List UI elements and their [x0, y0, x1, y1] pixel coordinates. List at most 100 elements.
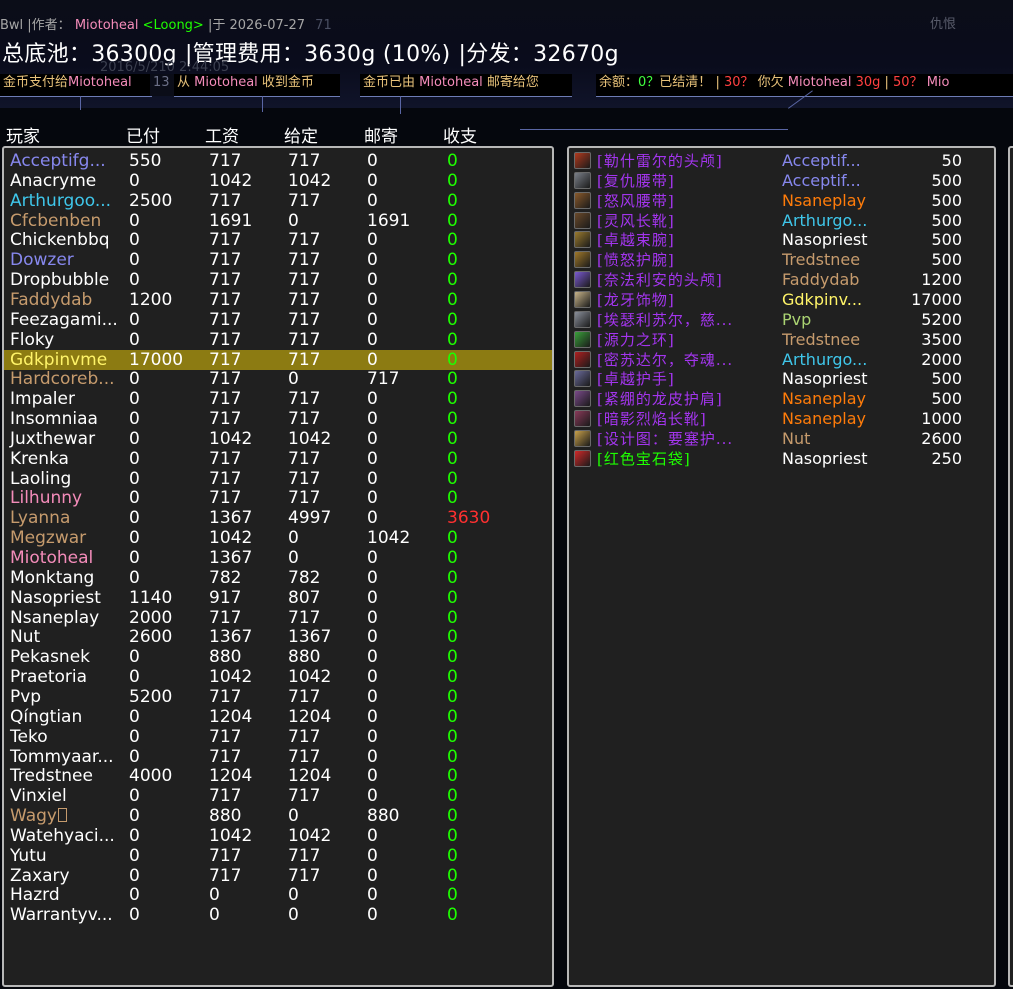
loot-row[interactable]: [龙牙饰物] Gdkpinv... 17000 [569, 290, 994, 310]
player-row[interactable]: Teko 0 717 717 0 0 [4, 727, 552, 747]
loot-item-link[interactable]: [奈法利安的头颅] [597, 270, 772, 290]
player-row[interactable]: Megzwar 0 1042 0 1042 0 [4, 528, 552, 548]
loot-item-link[interactable]: [设计图：要塞护... [597, 429, 772, 449]
pot-summary: 总底池：36300g |管理费用：3630g (10%) |分发：32670g [2, 36, 619, 68]
player-row[interactable]: Hazrd 0 0 0 0 0 [4, 885, 552, 905]
player-row[interactable]: Nsaneplay 2000 717 717 0 0 [4, 608, 552, 628]
head-icon [574, 271, 591, 289]
column-balance[interactable]: 收支 [443, 122, 477, 147]
player-row[interactable]: Feezagami... 0 717 717 0 0 [4, 310, 552, 330]
loot-row[interactable]: [勒什雷尔的头颅] Acceptif... 50 [569, 151, 994, 171]
player-row[interactable]: Dowzer 0 717 717 0 0 [4, 250, 552, 270]
loot-row[interactable]: [奈法利安的头颅] Faddydab 1200 [569, 270, 994, 290]
column-wage[interactable]: 工资 [205, 122, 239, 147]
loot-winner: Nut [782, 428, 811, 448]
player-row[interactable]: Tredstnee 4000 1204 1204 0 0 [4, 766, 552, 786]
player-row[interactable]: Laoling 0 717 717 0 0 [4, 469, 552, 489]
player-name: Pvp [10, 686, 42, 707]
player-row[interactable]: Arthurgoo... 2500 717 717 0 0 [4, 191, 552, 211]
loot-item-link[interactable]: [紧绷的龙皮护肩] [597, 389, 772, 409]
player-row[interactable]: Miotoheal 0 1367 0 0 0 [4, 548, 552, 568]
loot-row[interactable]: [怒风腰带] Nsaneplay 500 [569, 191, 994, 211]
player-row[interactable]: Juxthewar 0 1042 1042 0 0 [4, 429, 552, 449]
player-name: Cfcbenben [10, 210, 102, 231]
loot-row[interactable]: [红色宝石袋] Nasopriest 250 [569, 449, 994, 469]
player-row[interactable]: Lilhunny 0 717 717 0 0 [4, 488, 552, 508]
loot-item-link[interactable]: [复仇腰带] [597, 171, 772, 191]
player-row[interactable]: Wagy 0 880 0 880 0 [4, 806, 552, 826]
column-player[interactable]: 玩家 [6, 122, 40, 147]
loot-row[interactable]: [复仇腰带] Acceptif... 500 [569, 171, 994, 191]
player-row[interactable]: Cfcbenben 0 1691 0 1691 0 [4, 211, 552, 231]
player-row[interactable]: Anacryme 0 1042 1042 0 0 [4, 171, 552, 191]
column-mail[interactable]: 邮寄 [364, 122, 398, 147]
player-row[interactable]: Nut 2600 1367 1367 0 0 [4, 627, 552, 647]
balance-label: 余额： [599, 75, 639, 90]
loot-row[interactable]: [紧绷的龙皮护肩] Nsaneplay 500 [569, 389, 994, 409]
mail-amount: 0 [367, 309, 378, 330]
loot-row[interactable]: [埃瑟利苏尔，慈... Pvp 5200 [569, 310, 994, 330]
player-row[interactable]: Faddydab 1200 717 717 0 0 [4, 290, 552, 310]
loot-row[interactable]: [密苏达尔，夺魂... Arthurgo... 2000 [569, 350, 994, 370]
loot-price: 500 [931, 250, 962, 270]
loot-item-link[interactable]: [灵风长靴] [597, 211, 772, 231]
loot-price: 3500 [921, 329, 962, 349]
given-amount: 1042 [288, 825, 332, 846]
column-paid[interactable]: 已付 [126, 122, 160, 147]
player-row[interactable]: Pvp 5200 717 717 0 0 [4, 687, 552, 707]
given-amount: 0 [288, 905, 299, 926]
player-row[interactable]: Tommyaar... 0 717 717 0 0 [4, 747, 552, 767]
player-row[interactable]: Watehyaci... 0 1042 1042 0 0 [4, 826, 552, 846]
loot-item-link[interactable]: [怒风腰带] [597, 191, 772, 211]
player-row[interactable]: Insomniaa 0 717 717 0 0 [4, 409, 552, 429]
loot-item-link[interactable]: [埃瑟利苏尔，慈... [597, 310, 772, 330]
loot-winner: Nasopriest [782, 369, 868, 389]
player-row[interactable]: Zaxary 0 717 717 0 0 [4, 866, 552, 886]
player-row[interactable]: Acceptifg... 550 717 717 0 0 [4, 151, 552, 171]
loot-row[interactable]: [卓越束腕] Nasopriest 500 [569, 230, 994, 250]
player-row[interactable]: Vinxiel 0 717 717 0 0 [4, 786, 552, 806]
player-row[interactable]: Lyanna 0 1367 4997 0 3630 [4, 508, 552, 528]
loot-item-link[interactable]: [龙牙饰物] [597, 290, 772, 310]
player-row[interactable]: Chickenbbq 0 717 717 0 0 [4, 230, 552, 250]
scroll-icon [574, 429, 591, 447]
loot-row[interactable]: [愤怒护腕] Tredstnee 500 [569, 250, 994, 270]
loot-item-link[interactable]: [勒什雷尔的头颅] [597, 151, 772, 171]
loot-row[interactable]: [设计图：要塞护... Nut 2600 [569, 429, 994, 449]
connector-line [520, 129, 788, 130]
player-row[interactable]: Gdkpinvme 17000 717 717 0 0 [4, 349, 552, 370]
loot-row[interactable]: [源力之环] Tredstnee 3500 [569, 330, 994, 350]
player-row[interactable]: Pekasnek 0 880 880 0 0 [4, 647, 552, 667]
player-row[interactable]: Krenka 0 717 717 0 0 [4, 449, 552, 469]
loot-item-link[interactable]: [愤怒护腕] [597, 250, 772, 270]
loot-row[interactable]: [灵风长靴] Arthurgo... 500 [569, 211, 994, 231]
column-given[interactable]: 给定 [284, 122, 318, 147]
paid-amount: 0 [129, 806, 140, 827]
loot-row[interactable]: [卓越护手] Nasopriest 500 [569, 369, 994, 389]
loot-item-link[interactable]: [红色宝石袋] [597, 449, 772, 469]
player-row[interactable]: Dropbubble 0 717 717 0 0 [4, 270, 552, 290]
loot-item-link[interactable]: [密苏达尔，夺魂... [597, 350, 772, 370]
player-row[interactable]: Praetoria 0 1042 1042 0 0 [4, 667, 552, 687]
player-name: Laoling [10, 468, 72, 489]
player-row[interactable]: Yutu 0 717 717 0 0 [4, 846, 552, 866]
player-row[interactable]: Impaler 0 717 717 0 0 [4, 389, 552, 409]
loot-price: 250 [931, 448, 962, 468]
wage-amount: 717 [209, 786, 242, 807]
player-row[interactable]: Hardcoreb... 0 717 0 717 0 [4, 369, 552, 389]
mail-amount: 717 [367, 369, 400, 390]
loot-item-link[interactable]: [卓越束腕] [597, 230, 772, 250]
loot-item-link[interactable]: [暗影烈焰长靴] [597, 409, 772, 429]
player-row[interactable]: Monktang 0 782 782 0 0 [4, 568, 552, 588]
player-row[interactable]: Qíngtian 0 1204 1204 0 0 [4, 707, 552, 727]
mail-amount: 0 [367, 488, 378, 509]
loot-row[interactable]: [暗影烈焰长靴] Nsaneplay 1000 [569, 409, 994, 429]
paid-amount: 4000 [129, 766, 173, 787]
loot-item-link[interactable]: [源力之环] [597, 330, 772, 350]
balance-owe-text: 你欠 [753, 75, 788, 90]
given-amount: 717 [288, 865, 321, 886]
player-row[interactable]: Nasopriest 1140 917 807 0 0 [4, 588, 552, 608]
loot-item-link[interactable]: [卓越护手] [597, 369, 772, 389]
player-row[interactable]: Warrantyv... 0 0 0 0 0 [4, 905, 552, 925]
player-row[interactable]: Floky 0 717 717 0 0 [4, 330, 552, 350]
